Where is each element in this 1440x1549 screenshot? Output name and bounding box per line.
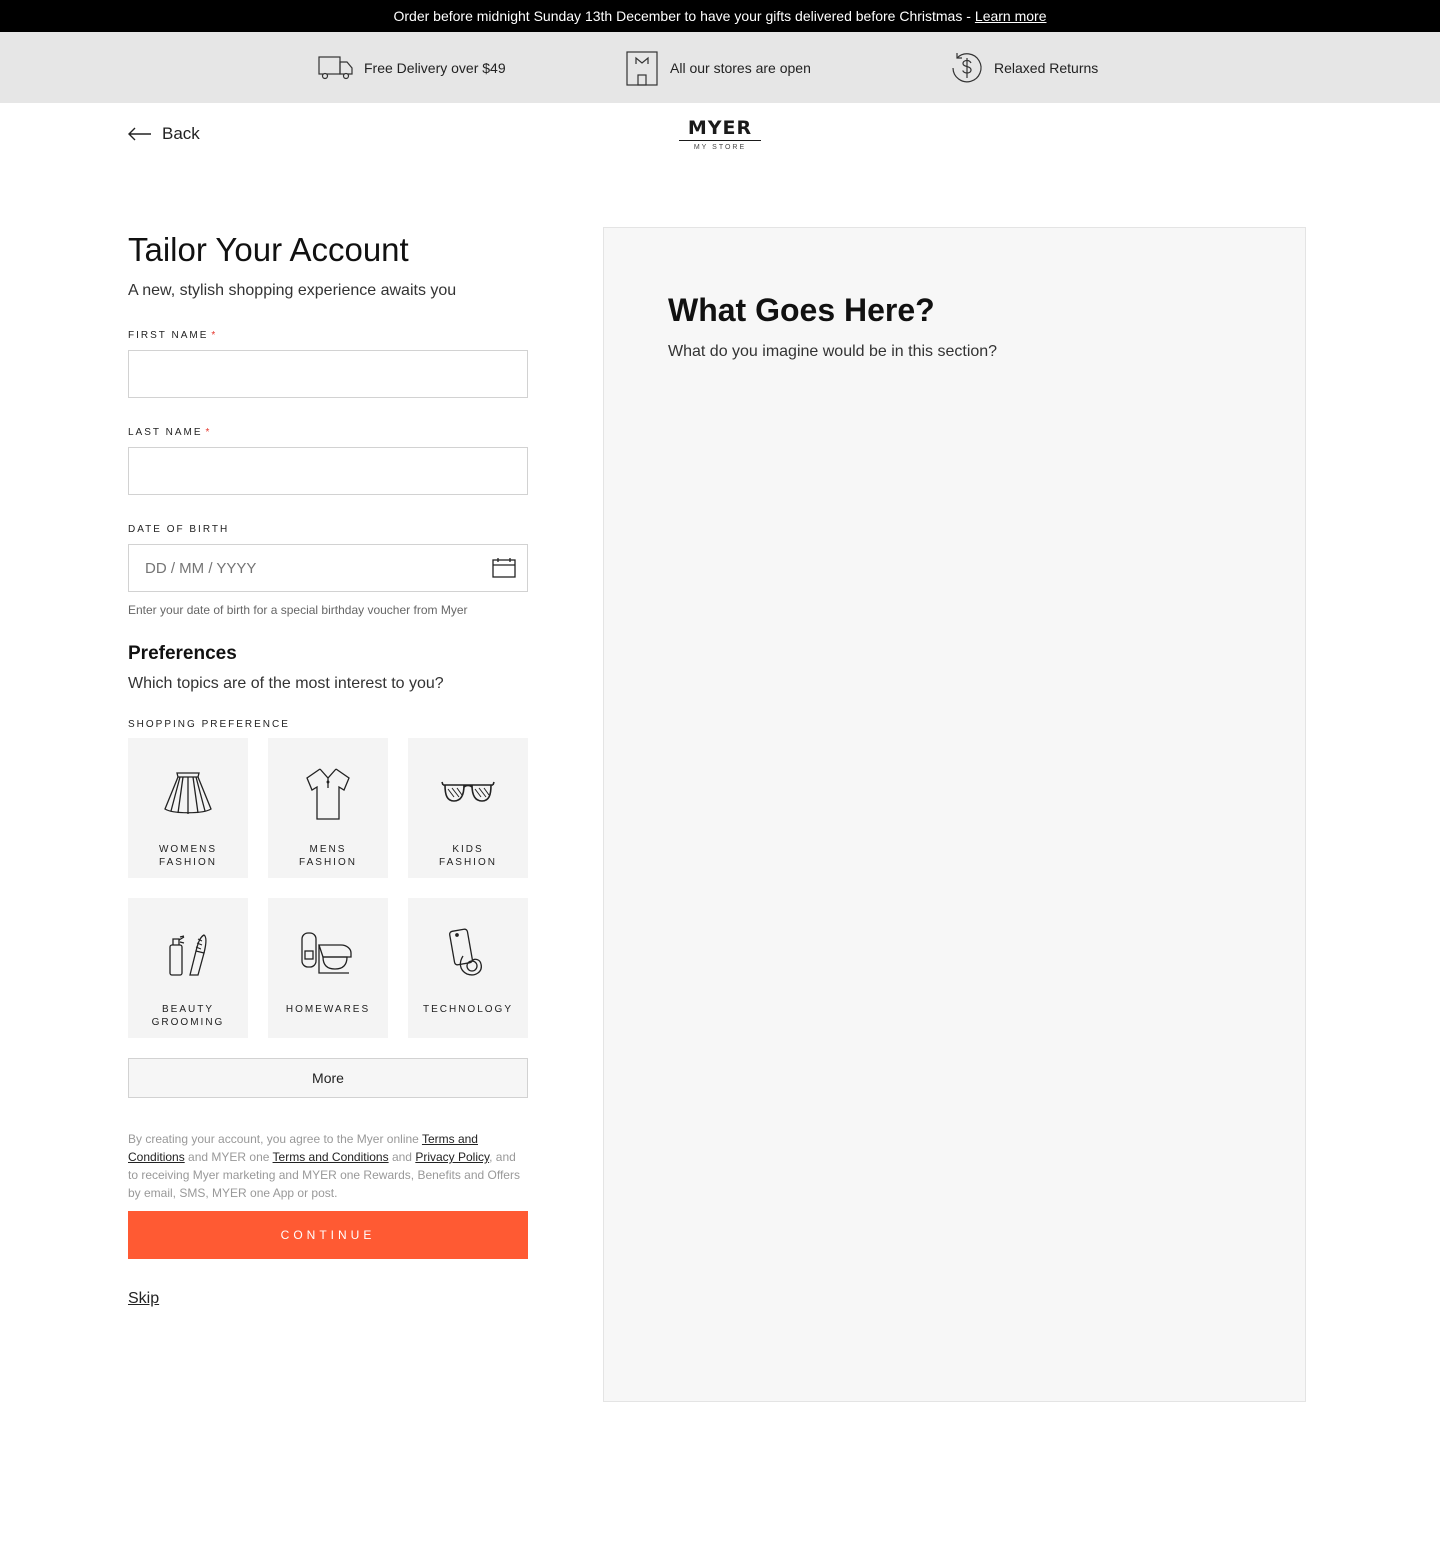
first-name-group: FIRST NAME * bbox=[128, 329, 528, 398]
tile-beauty-grooming[interactable]: BEAUTY GROOMING bbox=[128, 898, 248, 1038]
preferences-title: Preferences bbox=[128, 643, 237, 664]
first-name-label: FIRST NAME * bbox=[128, 330, 218, 341]
dob-field bbox=[128, 544, 528, 592]
usp-stores-open: All our stores are open bbox=[624, 32, 811, 103]
more-button[interactable]: More bbox=[128, 1058, 528, 1098]
usp-bar: Free Delivery over $49 All our stores ar… bbox=[0, 32, 1440, 103]
tile-womens-fashion[interactable]: WOMENS FASHION bbox=[128, 738, 248, 878]
tile-label: MENS FASHION bbox=[299, 844, 357, 868]
first-name-input[interactable] bbox=[128, 350, 528, 398]
logo-rule bbox=[679, 140, 761, 141]
polo-shirt-icon bbox=[306, 768, 350, 820]
calendar-icon[interactable] bbox=[492, 557, 516, 579]
myer-logo[interactable]: MYER MY STORE bbox=[679, 118, 761, 152]
preferences-subtitle: Which topics are of the most interest to… bbox=[128, 675, 444, 692]
back-link[interactable]: Back bbox=[128, 124, 200, 144]
tile-label: TECHNOLOGY bbox=[422, 1004, 513, 1015]
account-form: Tailor Your Account A new, stylish shopp… bbox=[128, 228, 528, 1308]
usp-relaxed-returns: Relaxed Returns bbox=[950, 32, 1098, 103]
dob-input[interactable] bbox=[128, 544, 528, 592]
tile-label: WOMENS FASHION bbox=[158, 844, 218, 868]
usp-free-delivery: Free Delivery over $49 bbox=[318, 32, 506, 103]
usp-label: Relaxed Returns bbox=[994, 59, 1099, 76]
promo-text: Order before midnight Sunday 13th Decemb… bbox=[393, 8, 971, 24]
back-label: Back bbox=[162, 124, 200, 143]
phone-icon bbox=[449, 928, 482, 976]
legal-text: By creating your account, you agree to t… bbox=[128, 1132, 520, 1200]
preference-tiles: WOMENS FASHION MENS FASHION KIDS FASHION… bbox=[128, 738, 528, 1038]
shopping-preference-label: SHOPPING PREFERENCE bbox=[128, 719, 290, 730]
dob-label: DATE OF BIRTH bbox=[128, 524, 230, 535]
skip-link[interactable]: Skip bbox=[128, 1290, 159, 1308]
last-name-input[interactable] bbox=[128, 447, 528, 495]
tile-mens-fashion[interactable]: MENS FASHION bbox=[268, 738, 388, 878]
page-title: Tailor Your Account bbox=[128, 231, 409, 268]
arrow-left-icon bbox=[128, 127, 151, 141]
tile-technology[interactable]: TECHNOLOGY bbox=[408, 898, 528, 1038]
logo-main: MYER bbox=[687, 117, 753, 139]
tile-homewares[interactable]: HOMEWARES bbox=[268, 898, 388, 1038]
continue-button[interactable]: CONTINUE bbox=[128, 1211, 528, 1259]
last-name-group: LAST NAME * bbox=[128, 426, 528, 495]
page-subtitle: A new, stylish shopping experience await… bbox=[128, 282, 457, 299]
tile-kids-fashion[interactable]: KIDS FASHION bbox=[408, 738, 528, 878]
privacy-policy-link[interactable]: Privacy Policy bbox=[415, 1150, 489, 1164]
tile-label: BEAUTY GROOMING bbox=[151, 1004, 225, 1028]
delivery-truck-icon bbox=[318, 55, 353, 79]
required-mark: * bbox=[205, 427, 212, 438]
side-panel-title: What Goes Here? bbox=[668, 292, 935, 328]
logo-sub: MY STORE bbox=[693, 144, 747, 151]
required-mark: * bbox=[211, 330, 218, 341]
returns-dollar-icon bbox=[952, 52, 982, 82]
skirt-icon bbox=[164, 772, 212, 814]
myer-one-terms-link[interactable]: Terms and Conditions bbox=[273, 1150, 389, 1164]
kitchen-mixer-icon bbox=[301, 932, 352, 974]
learn-more-link[interactable]: Learn more bbox=[975, 8, 1047, 24]
store-icon bbox=[626, 50, 658, 86]
spray-comb-icon bbox=[169, 934, 207, 976]
promo-bar: Order before midnight Sunday 13th Decemb… bbox=[0, 0, 1440, 32]
side-panel: What Goes Here? What do you imagine woul… bbox=[603, 227, 1306, 1402]
usp-label: Free Delivery over $49 bbox=[364, 59, 506, 76]
sunglasses-icon bbox=[441, 781, 495, 802]
side-panel-subtitle: What do you imagine would be in this sec… bbox=[668, 343, 998, 360]
dob-group: DATE OF BIRTH Enter your date of birth f… bbox=[128, 523, 528, 618]
dob-helper-text: Enter your date of birth for a special b… bbox=[128, 603, 468, 617]
last-name-label: LAST NAME * bbox=[128, 427, 212, 438]
tile-label: KIDS FASHION bbox=[439, 844, 497, 868]
usp-label: All our stores are open bbox=[670, 59, 811, 76]
tile-label: HOMEWARES bbox=[285, 1004, 371, 1015]
